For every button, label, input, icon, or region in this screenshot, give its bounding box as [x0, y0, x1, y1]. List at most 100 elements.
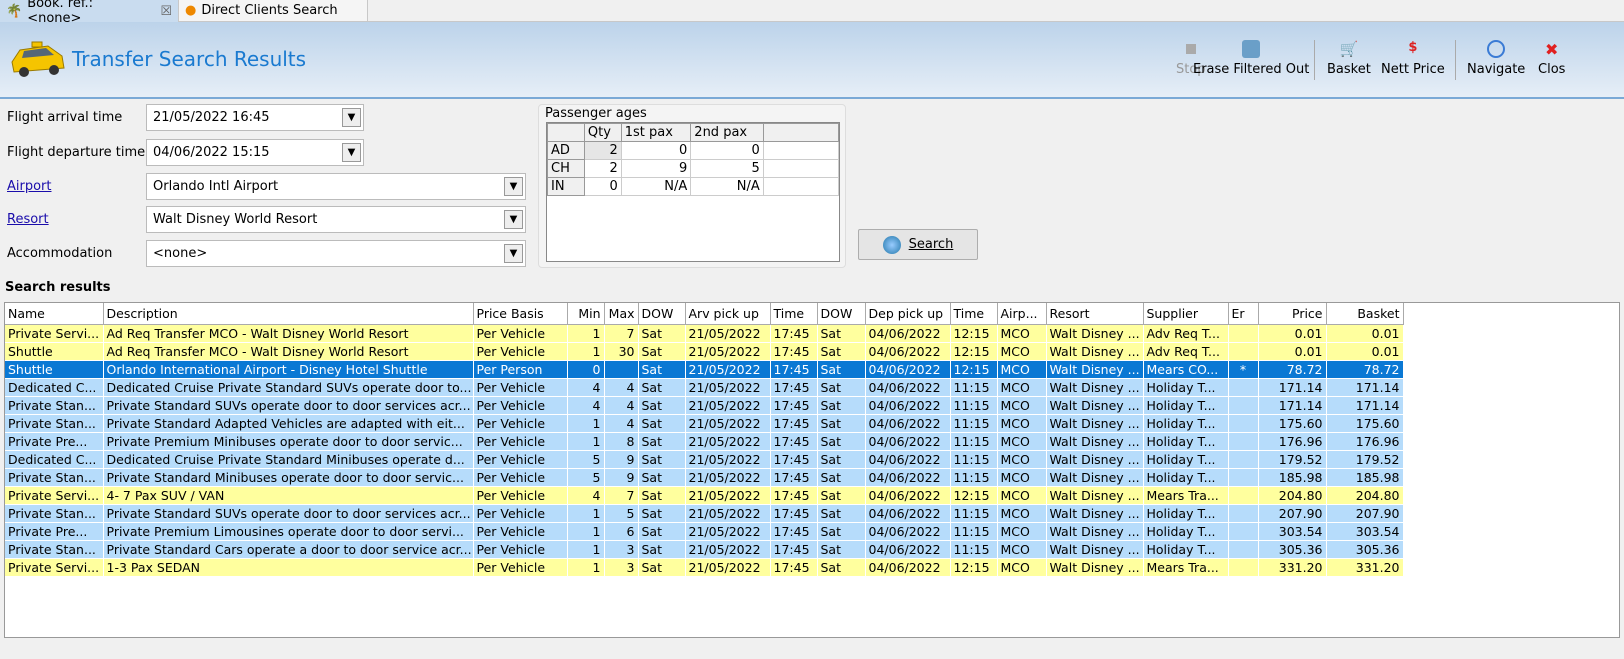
column-header[interactable]: Description	[103, 303, 474, 325]
table-cell: 171.14	[1326, 378, 1404, 397]
pax-cell[interactable]: 0	[620, 141, 692, 160]
table-cell: 04/06/2022	[865, 468, 951, 487]
table-cell: Walt Disney ...	[1046, 414, 1144, 433]
table-cell: Mears Tra...	[1143, 558, 1229, 577]
table-cell: 11:15	[950, 414, 998, 433]
table-cell: 11:15	[950, 378, 998, 397]
column-header[interactable]: Arv pick up	[685, 303, 771, 325]
table-cell: MCO	[997, 432, 1047, 451]
table-cell: 11:15	[950, 432, 998, 451]
dropdown-arrow-icon[interactable]: ▼	[504, 210, 523, 229]
pax-type: AD	[547, 141, 585, 160]
table-row[interactable]: Private Stan... Private Standard Cars ope…	[5, 540, 1404, 559]
tab-direct-clients-search[interactable]: ● Direct Clients Search	[178, 0, 368, 22]
column-header[interactable]: Price Basis	[473, 303, 568, 325]
column-header[interactable]: Resort	[1046, 303, 1144, 325]
table-cell: 185.98	[1326, 468, 1404, 487]
basket-button[interactable]: 🛒 Basket	[1327, 40, 1371, 77]
table-cell: 9	[604, 468, 639, 487]
arrival-time-field[interactable]: 21/05/2022 16:45 ▼	[146, 104, 364, 131]
erase-filtered-out-button[interactable]: Erase Filtered Out	[1193, 40, 1309, 77]
pax-cell[interactable]: 0	[690, 141, 764, 160]
table-row[interactable]: Private Pre... Private Premium Minibuses …	[5, 432, 1404, 451]
column-header[interactable]: DOW	[817, 303, 866, 325]
column-header[interactable]: DOW	[638, 303, 686, 325]
table-cell: Sat	[638, 324, 686, 343]
accommodation-select[interactable]: <none> ▼	[146, 240, 526, 267]
table-cell: Private Stan...	[5, 468, 104, 487]
table-cell: Private Servi...	[5, 486, 104, 505]
navigate-label: Navigate	[1467, 62, 1526, 77]
table-cell: Private Standard Adapted Vehicles are ad…	[103, 414, 474, 433]
table-cell	[1228, 450, 1259, 469]
pax-cell[interactable]: 2	[583, 159, 622, 178]
table-cell: Mears CO...	[1143, 360, 1229, 379]
pax-cell[interactable]: 2	[583, 141, 622, 160]
column-header[interactable]: Max	[604, 303, 639, 325]
table-row[interactable]: Dedicated C... Dedicated Cruise Private S…	[5, 450, 1404, 469]
column-header[interactable]: Name	[5, 303, 104, 325]
table-cell: Per Person	[473, 360, 568, 379]
column-header[interactable]: Dep pick up	[865, 303, 951, 325]
navigate-button[interactable]: Navigate	[1467, 40, 1525, 77]
column-header[interactable]: Basket	[1326, 303, 1404, 325]
dropdown-arrow-icon[interactable]: ▼	[342, 108, 361, 127]
table-row[interactable]: Private Pre... Private Premium Limousines…	[5, 522, 1404, 541]
table-cell: Holiday T...	[1143, 450, 1229, 469]
table-cell: 17:45	[770, 540, 818, 559]
pax-cell[interactable]: N/A	[690, 177, 764, 196]
table-cell: 04/06/2022	[865, 522, 951, 541]
table-cell: 9	[604, 450, 639, 469]
nett-price-button[interactable]: $ Nett Price	[1381, 40, 1445, 77]
table-cell: 1	[567, 504, 605, 523]
table-row[interactable]: Private Servi... 1-3 Pax SEDAN Per Vehicle…	[5, 558, 1404, 577]
column-header[interactable]: Min	[567, 303, 605, 325]
airport-value: Orlando Intl Airport	[153, 179, 279, 194]
table-row[interactable]: Private Stan... Private Standard Minibuse…	[5, 468, 1404, 487]
resort-link[interactable]: Resort	[7, 212, 49, 227]
pax-cell[interactable]: 5	[690, 159, 764, 178]
airport-link[interactable]: Airport	[7, 179, 52, 194]
pax-cell[interactable]: 9	[620, 159, 692, 178]
airport-select[interactable]: Orlando Intl Airport ▼	[146, 173, 526, 200]
table-row[interactable]: Private Stan... Private Standard Adapted …	[5, 414, 1404, 433]
pax-cell[interactable]: N/A	[620, 177, 692, 196]
results-table: Name Description Price Basis Min Max DOW Arv p…	[5, 303, 1404, 577]
pax-cell[interactable]: 0	[583, 177, 622, 196]
column-header[interactable]: Price	[1258, 303, 1327, 325]
table-row[interactable]: Dedicated C... Dedicated Cruise Private S…	[5, 378, 1404, 397]
table-cell: Sat	[817, 486, 866, 505]
tab-booking[interactable]: 🌴 Book. ref.: <none> ☒	[0, 0, 178, 26]
column-header[interactable]: Airp...	[997, 303, 1047, 325]
search-button[interactable]: Search	[858, 229, 978, 260]
column-header[interactable]: Er	[1228, 303, 1259, 325]
resort-select[interactable]: Walt Disney World Resort ▼	[146, 206, 526, 233]
table-cell: 78.72	[1258, 360, 1327, 379]
column-header[interactable]: Time	[950, 303, 998, 325]
table-cell	[1228, 414, 1259, 433]
basket-label: Basket	[1327, 62, 1371, 77]
passenger-ages-grid[interactable]: Qty 1st pax 2nd pax AD 2 0 0 CH 2 9 5 IN 0 N/A N/…	[546, 122, 840, 262]
close-tab-icon[interactable]: ☒	[160, 4, 172, 19]
close-button[interactable]: ✖ Clos	[1538, 40, 1565, 77]
dropdown-arrow-icon[interactable]: ▼	[342, 143, 361, 162]
table-row[interactable]: Private Servi... 4- 7 Pax SUV / VAN Per Ve…	[5, 486, 1404, 505]
passenger-ages-group: Passenger ages Qty 1st pax 2nd pax AD 2 0 0…	[538, 104, 846, 268]
dropdown-arrow-icon[interactable]: ▼	[504, 244, 523, 263]
table-row[interactable]: Shuttle Orlando International Airport - D…	[5, 360, 1404, 379]
table-cell: Dedicated Cruise Private Standard SUVs o…	[103, 378, 474, 397]
table-row[interactable]: Private Stan... Private Standard SUVs ope…	[5, 504, 1404, 523]
column-header[interactable]: Time	[770, 303, 818, 325]
table-row[interactable]: Shuttle Ad Req Transfer MCO - Walt Disney…	[5, 342, 1404, 361]
departure-time-field[interactable]: 04/06/2022 15:15 ▼	[146, 139, 364, 166]
dropdown-arrow-icon[interactable]: ▼	[504, 177, 523, 196]
table-cell: 175.60	[1258, 414, 1327, 433]
table-cell: Dedicated Cruise Private Standard Minibu…	[103, 450, 474, 469]
table-row[interactable]: Private Servi... Ad Req Transfer MCO - Wa…	[5, 324, 1404, 343]
column-header[interactable]: Supplier	[1143, 303, 1229, 325]
table-cell: Sat	[638, 558, 686, 577]
table-cell: 21/05/2022	[685, 360, 771, 379]
table-cell: 0.01	[1326, 342, 1404, 361]
table-row[interactable]: Private Stan... Private Standard SUVs ope…	[5, 396, 1404, 415]
table-cell: MCO	[997, 450, 1047, 469]
